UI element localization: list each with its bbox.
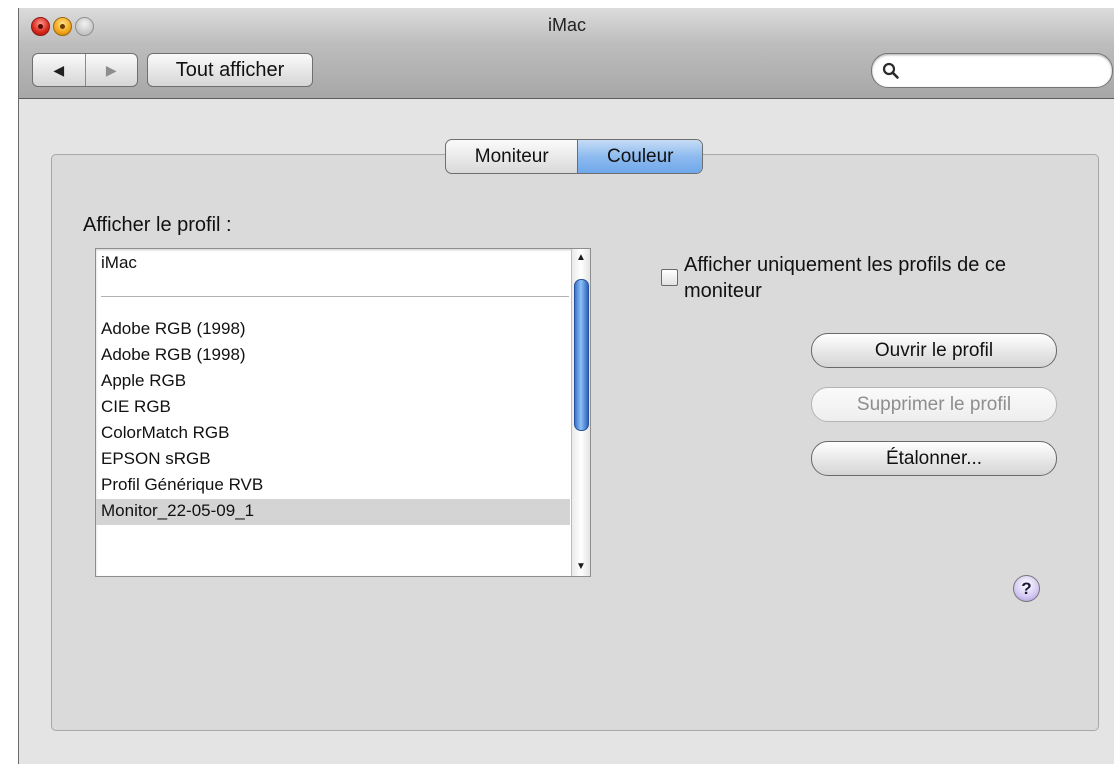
profile-label: EPSON sRGB [101, 449, 211, 468]
delete-profile-button[interactable]: Supprimer le profil [811, 387, 1057, 422]
profile-label: ColorMatch RGB [101, 423, 230, 442]
profile-row[interactable]: Profil Générique RVB [96, 473, 570, 499]
forward-button[interactable]: ▶ [84, 54, 138, 86]
help-button[interactable]: ? [1013, 575, 1040, 602]
back-button[interactable]: ◀ [33, 54, 85, 86]
profile-row[interactable]: Apple RGB [96, 369, 570, 395]
calibrate-button[interactable]: Étalonner... [811, 441, 1057, 476]
color-profile-list[interactable]: iMac Adobe RGB (1998) Adobe RGB (1998) A… [95, 248, 591, 577]
profile-row[interactable]: ColorMatch RGB [96, 421, 570, 447]
system-preferences-window: iMac ◀ ▶ Tout afficher Moniteur Couleur … [18, 8, 1114, 764]
profile-label: Apple RGB [101, 371, 187, 390]
scroll-up-icon[interactable]: ▲ [572, 251, 590, 265]
profile-row-selected[interactable]: Monitor_22-05-09_1 [96, 499, 570, 525]
tab-couleur[interactable]: Couleur [577, 140, 702, 173]
help-icon: ? [1021, 578, 1032, 598]
profile-label: Profil Générique RVB [101, 475, 264, 494]
profile-row[interactable]: Adobe RGB (1998) [96, 317, 570, 343]
scroll-thumb[interactable] [574, 279, 589, 431]
only-this-monitor-checkbox[interactable] [661, 269, 678, 286]
forward-arrow-icon: ▶ [105, 61, 117, 78]
profile-row[interactable]: Adobe RGB (1998) [96, 343, 570, 369]
display-tabs: Moniteur Couleur [445, 139, 703, 174]
profile-label: Adobe RGB (1998) [101, 345, 246, 364]
list-separator [101, 296, 569, 297]
show-all-button[interactable]: Tout afficher [147, 53, 313, 87]
profile-row[interactable]: CIE RGB [96, 395, 570, 421]
profile-list-scrollbar[interactable]: ▲ ▼ [571, 249, 590, 576]
current-display-label: iMac [101, 253, 137, 272]
search-icon [882, 62, 899, 79]
profile-row[interactable]: EPSON sRGB [96, 447, 570, 473]
window-title: iMac [547, 15, 586, 35]
open-profile-button[interactable]: Ouvrir le profil [811, 333, 1057, 368]
only-this-monitor-label[interactable]: Afficher uniquement les profils de ce mo… [684, 252, 1074, 304]
profile-label: Adobe RGB (1998) [101, 319, 246, 338]
profile-list-label: Afficher le profil : [83, 214, 232, 236]
window-titlebar[interactable]: iMac ◀ ▶ Tout afficher [19, 8, 1114, 99]
scroll-down-icon[interactable]: ▼ [572, 560, 590, 574]
profile-label: Monitor_22-05-09_1 [101, 501, 255, 520]
search-field[interactable] [871, 53, 1113, 88]
profile-label: CIE RGB [101, 397, 171, 416]
search-input[interactable] [904, 57, 1108, 84]
tab-moniteur[interactable]: Moniteur [446, 140, 577, 173]
history-navigation: ◀ ▶ [32, 53, 138, 87]
back-arrow-icon: ◀ [53, 61, 65, 78]
profile-rows: iMac Adobe RGB (1998) Adobe RGB (1998) A… [96, 249, 570, 576]
current-display-row[interactable]: iMac [96, 251, 570, 277]
